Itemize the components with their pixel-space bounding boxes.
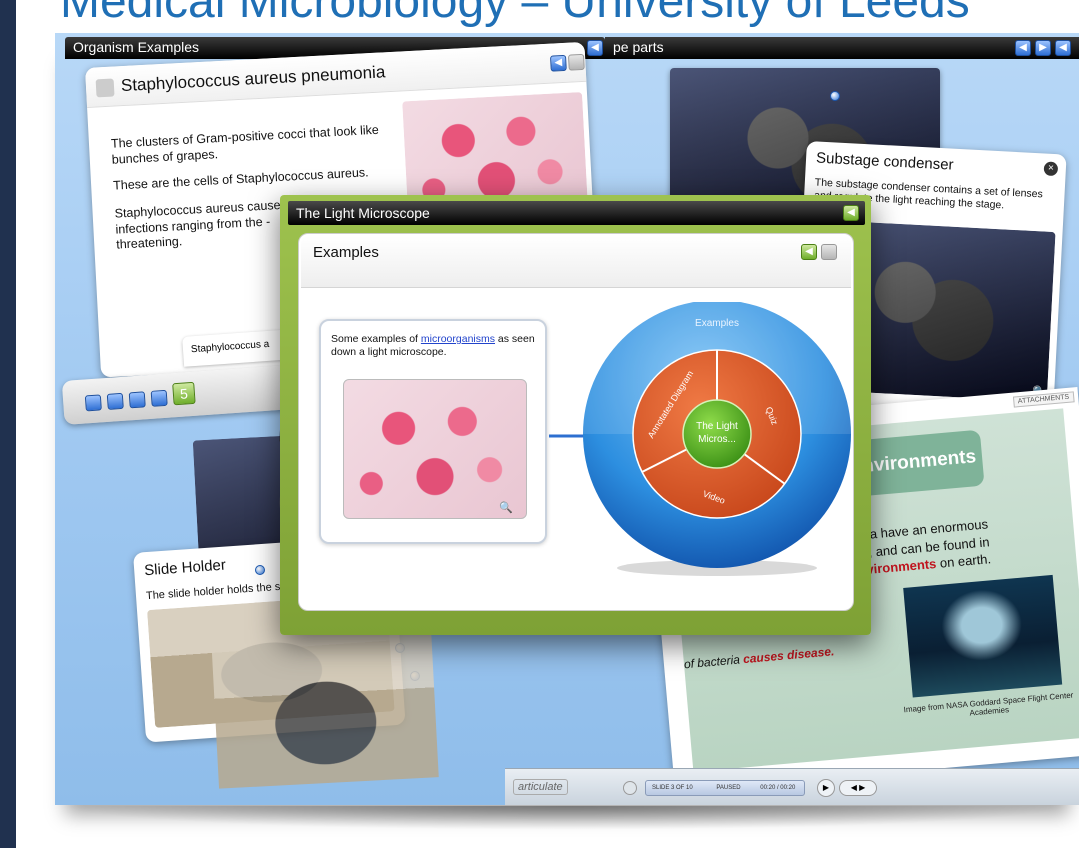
substage-popup-title: Substage condenser [815, 149, 954, 174]
page-header-title: Medical Microbiology – University of Lee… [60, 0, 970, 28]
nav-button-4[interactable] [150, 389, 168, 407]
organism-nav-strip: 5 [61, 365, 295, 425]
close-icon[interactable]: × [1043, 161, 1059, 177]
nav-button-active[interactable]: 5 [172, 381, 196, 406]
organism-para-3: Staphylococcus aureus cause infections r… [114, 197, 281, 252]
slide-holder-title: Slide Holder [143, 556, 227, 580]
microorganisms-photo[interactable] [343, 379, 527, 519]
volume-icon[interactable] [623, 781, 637, 795]
bacteria-bottom-b: causes disease. [742, 644, 835, 667]
outer-label-examples[interactable]: Examples [695, 318, 739, 329]
bacteria-bottom-a: of bacteria [683, 652, 744, 672]
light-microscope-titlebar: The Light Microscope ◀ [288, 201, 865, 225]
light-microscope-window: The Light Microscope ◀ Examples ◀ Some e… [280, 195, 871, 635]
parts-prev-button[interactable]: ◀ [1015, 40, 1031, 56]
parts-panel-titlebar: pe parts [605, 37, 1079, 59]
organism-tab-label: Staphylococcus a [190, 338, 270, 356]
examples-title: Examples [313, 244, 379, 261]
attachments-tab[interactable]: ATTACHMENTS [1012, 391, 1075, 408]
zoom-icon[interactable]: 🔍 [499, 501, 513, 514]
articulate-logo: articulate [513, 779, 568, 795]
organism-panel-back-button[interactable]: ◀ [587, 40, 603, 56]
player-time: 00:20 / 00:20 [760, 785, 796, 791]
player-bar: articulate SLIDE 3 OF 10 PAUSED 00:20 / … [505, 768, 1079, 805]
player-status: SLIDE 3 OF 10 PAUSED 00:20 / 00:20 [645, 780, 805, 796]
examples-header: Examples ◀ [301, 236, 851, 288]
parts-play-button[interactable]: ▶ [1035, 40, 1051, 56]
light-microscope-menu-button[interactable]: ◀ [843, 205, 859, 221]
radial-diagram: The Light Micros... Examples Annotated D… [583, 302, 851, 576]
bacteria-line-3-rest: on earth. [935, 551, 992, 572]
light-microscope-title: The Light Microscope [296, 205, 430, 221]
example-caption-start: Some examples of [331, 333, 421, 345]
player-slide-status: SLIDE 3 OF 10 [652, 785, 693, 791]
organism-panel-title: Organism Examples [73, 39, 200, 55]
bacteria-bottom-line: of bacteria causes disease. [683, 644, 834, 671]
prev-next-buttons[interactable]: ◀ ▶ [839, 780, 877, 796]
player-state: PAUSED [716, 785, 741, 791]
microorganisms-link[interactable]: microorganisms [421, 333, 495, 345]
organism-para-2: These are the cells of Staphylococcus au… [112, 165, 369, 193]
play-button[interactable]: ▶ [817, 779, 835, 797]
organism-card-prev-button[interactable]: ◀ [549, 54, 567, 72]
example-caption: Some examples of microorganisms as seen … [331, 333, 536, 359]
parts-panel-title: pe parts [613, 39, 664, 55]
examples-next-button[interactable] [821, 244, 837, 260]
nav-button-3[interactable] [128, 391, 146, 409]
hotspot-marker-1[interactable] [830, 91, 840, 101]
organism-card-next-button[interactable] [567, 53, 585, 71]
screenshot-stage: Medical Microbiology – University of Lee… [0, 0, 1079, 848]
center-label-1: The Light [696, 421, 738, 432]
nav-button-1[interactable] [84, 394, 102, 412]
nav-button-2[interactable] [106, 392, 124, 410]
vent-photo [903, 574, 1063, 698]
organism-card-icon [95, 78, 115, 98]
examples-panel: Examples ◀ Some examples of microorganis… [298, 233, 854, 611]
hotspot-marker-2[interactable] [255, 565, 265, 575]
lab-bench-photo [211, 627, 439, 789]
examples-prev-button[interactable]: ◀ [801, 244, 817, 260]
example-card: Some examples of microorganisms as seen … [319, 319, 547, 544]
left-frame-bar [0, 0, 16, 848]
parts-back-button[interactable]: ◀ [1055, 40, 1071, 56]
center-label-2: Micros... [698, 434, 736, 445]
organism-para-1: The clusters of Gram-positive cocci that… [110, 122, 380, 167]
collage-bottom-shadow [60, 806, 1070, 830]
